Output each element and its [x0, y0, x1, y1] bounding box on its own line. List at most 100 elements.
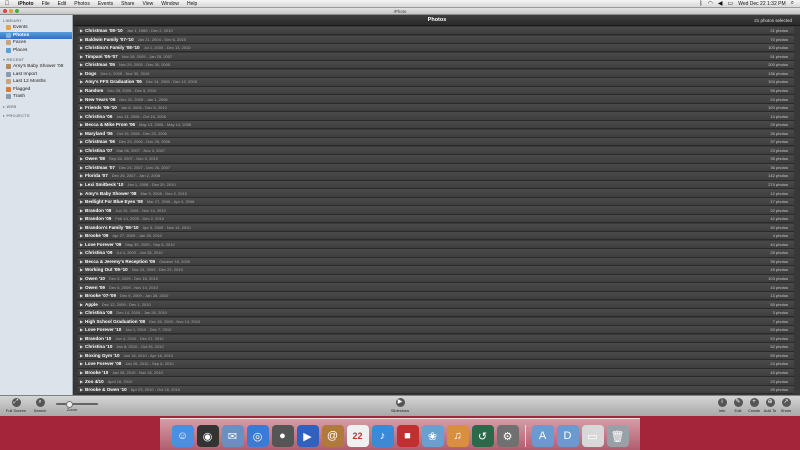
iphoto-icon[interactable]: ❀ — [421, 425, 444, 447]
disclosure-triangle-icon[interactable]: ▶ — [78, 45, 85, 50]
time-machine-icon[interactable]: ↺ — [471, 425, 494, 447]
downloads-stack-icon[interactable]: ▭ — [581, 425, 604, 447]
event-row[interactable]: ▶ Florida '07 Dec 26, 2007 - Jan 2, 2008 14… — [78, 172, 794, 181]
event-row[interactable]: ▶ Love Forever '08 Jan 26, 2010 - Sep 6, 2… — [78, 360, 794, 369]
disclosure-triangle-icon[interactable]: ▶ — [78, 353, 85, 358]
disclosure-triangle-icon[interactable]: ▶ — [78, 293, 85, 298]
battery-icon[interactable]: ▭ — [728, 0, 734, 7]
disclosure-triangle-icon[interactable]: ▶ — [78, 148, 85, 153]
full-screen-button[interactable]: ⤢ Full Screen — [4, 398, 28, 413]
menu-app-name[interactable]: iPhoto — [14, 1, 38, 7]
disclosure-triangle-icon[interactable]: ▶ — [78, 276, 85, 281]
apple-menu-icon[interactable]:  — [0, 1, 14, 7]
share-button[interactable]: ↗ Share — [774, 398, 798, 413]
event-row[interactable]: ▶ Becca & Jeremy's Reception '09 October 1… — [78, 257, 794, 267]
event-row[interactable]: ▶ New Years '06 Dec 31, 2005 - Jan 1, 2006… — [78, 95, 794, 104]
event-row[interactable]: ▶ Brandon '09 Feb 14, 2009 - Dec 2, 2010 42… — [78, 215, 794, 224]
event-row[interactable]: ▶ Boxing Gym '10 Jan 16, 2010 - Apr 18, 20… — [78, 351, 794, 361]
event-row[interactable]: ▶ Random Dec 28, 2005 - Dec 5, 2010 55 phot… — [78, 86, 794, 96]
event-row[interactable]: ▶ Christina '08 Dec 14, 2009 - Jan 28, 201… — [78, 309, 794, 318]
sidebar-item-recent[interactable]: Trash — [0, 93, 72, 101]
disclosure-triangle-icon[interactable]: ▶ — [78, 165, 85, 170]
menu-edit[interactable]: Edit — [54, 1, 71, 7]
event-row[interactable]: ▶ Owen '10 Dec 6, 2009 - Dec 16, 2010 103 p… — [78, 274, 794, 284]
bluetooth-icon[interactable]: ᛒ — [699, 1, 703, 7]
ical-video-icon[interactable]: ▶ — [296, 425, 319, 447]
event-row[interactable]: ▶ Brandon '08 Jun 10, 2008 - Nov 14, 2010 2… — [78, 206, 794, 215]
disclosure-triangle-icon[interactable]: ▶ — [78, 114, 85, 119]
event-row[interactable]: ▶ Christmas '06 Dec 23, 2006 - Dec 25, 200… — [78, 138, 794, 147]
system-preferences-icon[interactable]: ⚙ — [496, 425, 519, 447]
disclosure-triangle-icon[interactable]: ▶ — [78, 71, 85, 76]
event-row[interactable]: ▶ Brooke '09 Apr 27, 2009 - Jan 28, 2010 4 … — [78, 232, 794, 241]
disclosure-triangle-icon[interactable]: ▶ — [78, 336, 85, 341]
facetime-icon[interactable]: ● — [271, 425, 294, 447]
disclosure-triangle-icon[interactable]: ▶ — [78, 225, 85, 230]
event-row[interactable]: ▶ Friends '06-'10 Jan 6, 2006 - Dec 5, 201… — [78, 103, 794, 113]
disclosure-triangle-icon[interactable]: ▶ — [78, 370, 85, 375]
applications-folder-icon[interactable]: A — [531, 425, 554, 447]
disclosure-triangle-icon[interactable]: ▶ — [78, 191, 85, 196]
event-row[interactable]: ▶ Christmas '08-'10 Jan 1, 1980 - Dec 2, 2… — [78, 27, 794, 36]
disclosure-triangle-icon[interactable]: ▶ — [78, 97, 85, 102]
disclosure-triangle-icon[interactable]: ▶ — [78, 208, 85, 213]
event-row[interactable]: ▶ Becca & Mike Prom '06 May 13, 2006 - May… — [78, 121, 794, 130]
disclosure-triangle-icon[interactable]: ▶ — [78, 250, 85, 255]
zoom-slider-track[interactable] — [56, 403, 98, 405]
event-row[interactable]: ▶ Brandon '10 Jan 4, 2010 - Dec 21, 2010 53… — [78, 334, 794, 343]
event-row[interactable]: ▶ Apple Dec 12, 2009 - Dec 1, 2010 50 photo… — [78, 300, 794, 309]
event-row[interactable]: ▶ Lexi Smitbeck '10 Jan 1, 2008 - Dec 20, … — [78, 180, 794, 190]
event-row[interactable]: ▶ Amy's FFS Graduation '06 Dec 14, 2005 - … — [78, 78, 794, 87]
disclosure-triangle-icon[interactable]: ▶ — [78, 54, 85, 59]
menu-view[interactable]: View — [138, 1, 157, 7]
event-row[interactable]: ▶ Brooke '10 Jan 28, 2010 - Nov 16, 2010 43… — [78, 368, 794, 378]
sidebar-item-recent[interactable]: Flagged — [0, 86, 72, 94]
trash-icon[interactable]: 🗑 — [606, 425, 629, 447]
sidebar-item-photos[interactable]: Photos — [0, 31, 72, 39]
disclosure-triangle-icon[interactable]: ▶ — [78, 319, 85, 324]
menu-file[interactable]: File — [38, 1, 54, 7]
close-icon[interactable] — [3, 9, 7, 13]
disclosure-triangle-icon[interactable]: ▶ — [78, 259, 85, 264]
disclosure-triangle-icon[interactable]: ▶ — [78, 302, 85, 307]
disclosure-triangle-icon[interactable]: ▶ — [78, 267, 85, 272]
menu-events[interactable]: Events — [94, 1, 117, 7]
ical-icon[interactable]: 22 — [346, 425, 369, 447]
event-row[interactable]: ▶ Brandon's Family '08-'10 Apr 5, 2009 - N… — [78, 223, 794, 232]
event-row[interactable]: ▶ Christmas '07 Dec 24, 2007 - Dec 26, 200… — [78, 163, 794, 173]
disclosure-icon[interactable]: ▸ — [3, 104, 5, 109]
slideshow-button[interactable]: ▶ Slideshow — [388, 398, 412, 413]
menu-photos[interactable]: Photos — [70, 1, 94, 7]
safari-icon[interactable]: ◎ — [246, 425, 269, 447]
disclosure-triangle-icon[interactable]: ▶ — [78, 139, 85, 144]
sidebar-item-places[interactable]: Places — [0, 47, 72, 55]
sidebar-item-recent[interactable]: Amy's Baby Shower '08 — [0, 63, 72, 71]
event-row[interactable]: ▶ Christina '06 Jan 13, 2006 - Oct 16, 200… — [78, 112, 794, 121]
disclosure-triangle-icon[interactable]: ▶ — [78, 182, 85, 187]
dashboard-icon[interactable]: ◉ — [196, 425, 219, 447]
itunes-icon[interactable]: ♪ — [371, 425, 394, 447]
disclosure-icon[interactable]: ▾ — [3, 57, 5, 62]
event-row[interactable]: ▶ Owen '09 Dec 6, 2009 - Nov 14, 2010 43 ph… — [78, 283, 794, 292]
disclosure-triangle-icon[interactable]: ▶ — [78, 233, 85, 238]
volume-icon[interactable]: ◀ — [718, 0, 723, 7]
event-row[interactable]: ▶ Maryland '06 Oct 19, 2006 - Dec 20, 2006… — [78, 129, 794, 138]
event-row[interactable]: ▶ Amy's Baby Shower '08 Mar 9, 2008 - Dec … — [78, 189, 794, 198]
event-row[interactable]: ▶ Owen '08 Sep 26, 2007 - Dec 3, 2010 35 ph… — [78, 155, 794, 164]
disclosure-triangle-icon[interactable]: ▶ — [78, 62, 85, 67]
event-row[interactable]: ▶ Christina '09 Jul 4, 2009 - Jan 28, 2010… — [78, 249, 794, 258]
menu-window[interactable]: Window — [157, 1, 183, 7]
event-row[interactable]: ▶ Bedlight For Blue Eyes '08 Mar 27, 2008 … — [78, 197, 794, 207]
disclosure-triangle-icon[interactable]: ▶ — [78, 37, 85, 42]
menu-share[interactable]: Share — [117, 1, 138, 7]
documents-folder-icon[interactable]: D — [556, 425, 579, 447]
disclosure-triangle-icon[interactable]: ▶ — [78, 199, 85, 204]
zoom-icon[interactable] — [15, 9, 19, 13]
disclosure-triangle-icon[interactable]: ▶ — [78, 379, 85, 384]
search-button[interactable]: ⌕ Search — [28, 398, 52, 413]
event-row[interactable]: ▶ Brooke & Owen '10 Apr 23, 2010 - Oct 16,… — [78, 385, 794, 395]
disclosure-triangle-icon[interactable]: ▶ — [78, 242, 85, 247]
disclosure-triangle-icon[interactable]: ▶ — [78, 156, 85, 161]
address-book-icon[interactable]: @ — [321, 425, 344, 447]
event-row[interactable]: ▶ Dogs Dec 1, 2005 - Nov 30, 2010 136 photo… — [78, 69, 794, 79]
